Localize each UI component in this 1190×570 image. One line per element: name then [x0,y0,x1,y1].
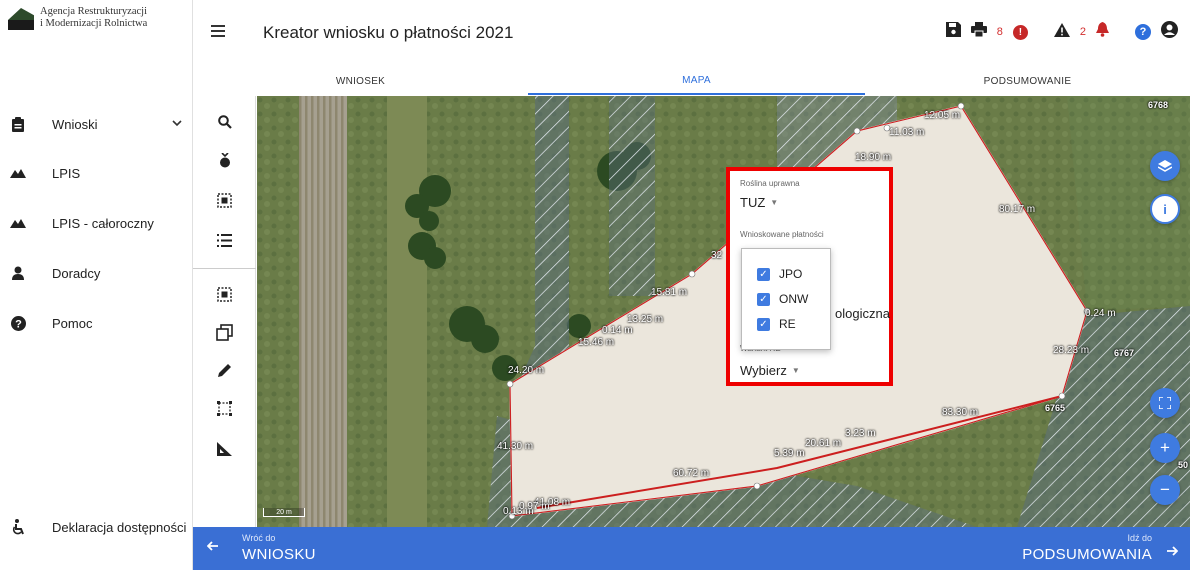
toolbar-divider [193,268,256,269]
parcel-attributes-popup: Roślina uprawna TUZ ▼ Wnioskowane płatno… [726,167,893,386]
back-big-label: WNIOSKU [242,546,316,563]
variant-value: Wybierz [740,363,787,378]
zoom-in-icon[interactable]: + [1150,433,1180,463]
next-small-label: Idź do [1127,533,1152,543]
page-title: Kreator wniosku o płatności 2021 [263,23,514,42]
chevron-down-icon [172,118,182,130]
scale-bar: 20 m [263,508,305,517]
arrow-left-icon [206,539,219,557]
map-view[interactable]: 12.05 m 11.03 m 18.90 m 80.17 m 32 15.81… [257,96,1190,527]
clipboard-icon [10,116,26,132]
checkbox-checked-icon[interactable]: ✓ [757,292,770,306]
crop-label: Roślina uprawna [740,179,800,188]
sidebar-item-label: Wnioski [52,116,98,132]
bell-icon[interactable] [1096,22,1109,42]
tab-podsumowanie[interactable]: PODSUMOWANIE [865,68,1190,95]
accessibility-icon [10,519,26,535]
payments-label: Wnioskowane płatności [740,230,824,239]
logo-line-1: Agencja Restrukturyzacji [40,6,147,17]
tab-mapa[interactable]: MAPA [528,68,865,95]
pencil-icon[interactable] [193,354,256,386]
warning-icon[interactable] [1053,22,1070,42]
error-alert-icon[interactable]: ! [1012,24,1028,40]
checkbox-checked-icon[interactable]: ✓ [757,267,770,281]
header-actions: 8 ! 2 ? [945,21,1178,43]
accessibility-declaration-label: Deklaracja dostępności [52,519,187,535]
fullscreen-icon[interactable] [1150,388,1180,418]
back-button[interactable]: Wróć do WNIOSKU [193,527,493,570]
select-area-icon[interactable] [193,184,256,216]
info-icon[interactable]: i [1150,194,1180,224]
print-icon[interactable] [970,22,987,42]
payment-option-onw[interactable]: ✓ ONW [757,291,808,307]
help-icon[interactable]: ? [1135,24,1151,40]
arrow-right-icon [1166,544,1179,562]
help-circle-icon: ? [10,315,26,331]
arimr-logo-mark [8,8,34,30]
tab-wniosek[interactable]: WNIOSEK [193,68,528,95]
save-icon[interactable] [945,22,961,42]
person-icon [10,265,26,281]
sidebar-item-label: Pomoc [52,315,93,331]
payment-option-jpo[interactable]: ✓ JPO [757,266,802,282]
measure-icon[interactable] [193,433,256,465]
select-feature-icon[interactable] [193,278,256,310]
payment-option-label: RE [779,317,796,331]
sidebar-item-pomoc[interactable]: ? Pomoc [0,306,193,340]
logo-line-2: i Modernizacji Rolnictwa [40,18,148,29]
app-root: Agencja Restrukturyzacji i Modernizacji … [0,0,1190,570]
notification-count: 2 [1079,26,1086,38]
next-button[interactable]: Idź do PODSUMOWANIA [890,527,1190,570]
main-tabs: WNIOSEK MAPA PODSUMOWANIE [193,68,1190,95]
zoom-out-icon[interactable]: − [1150,475,1180,505]
mountains-icon [10,215,26,231]
checkbox-checked-icon[interactable]: ✓ [757,317,770,331]
sidebar: Agencja Restrukturyzacji i Modernizacji … [0,0,193,570]
sidebar-item-label: LPIS [52,165,81,181]
sidebar-item-lpis[interactable]: LPIS [0,156,193,190]
layers-icon[interactable] [1150,151,1180,181]
sidebar-item-doradcy[interactable]: Doradcy [0,256,193,290]
hamburger-menu-icon[interactable] [211,25,225,37]
variant-select[interactable]: Wybierz ▼ [740,363,800,378]
payment-option-re[interactable]: ✓ RE [757,316,796,332]
sidebar-item-label: Doradcy [52,265,101,281]
mountains-icon [10,165,26,181]
copy-geometry-icon[interactable] [193,316,256,348]
payment-option-label: JPO [779,267,803,281]
payments-dropdown: ✓ JPO ✓ ONW ✓ RE [741,248,831,350]
user-account-icon[interactable] [1161,21,1178,43]
error-count: 8 [996,26,1003,38]
sidebar-item-label: LPIS - całoroczny [52,215,154,231]
striped-field [299,96,347,527]
list-icon[interactable] [193,224,256,256]
caret-down-icon: ▼ [770,198,779,207]
caret-down-icon: ▼ [791,366,800,375]
hidden-payment-text: ologiczna [835,306,890,321]
top-header: Kreator wniosku o płatności 2021 8 ! 2 ? [193,0,1190,68]
next-big-label: PODSUMOWANIA [1022,546,1152,563]
map-toolbar [193,96,256,527]
map-canvas[interactable] [257,96,1190,527]
tree-picker-icon[interactable] [193,144,256,176]
crop-value: TUZ [740,195,766,210]
sidebar-item-lpis-caloroczny[interactable]: LPIS - całoroczny [0,206,193,240]
crop-select[interactable]: TUZ ▼ [740,195,778,210]
search-icon[interactable] [193,106,256,138]
svg-text:?: ? [15,318,22,330]
draw-rectangle-icon[interactable] [193,392,256,424]
sidebar-item-wnioski[interactable]: Wnioski [0,107,193,141]
arimr-logo[interactable]: Agencja Restrukturyzacji i Modernizacji … [8,4,188,44]
back-small-label: Wróć do [242,533,276,543]
bottom-navigation-bar: Wróć do WNIOSKU Idź do PODSUMOWANIA [193,527,1190,570]
payment-option-label: ONW [779,292,809,306]
accessibility-declaration-link[interactable]: Deklaracja dostępności [0,510,193,544]
